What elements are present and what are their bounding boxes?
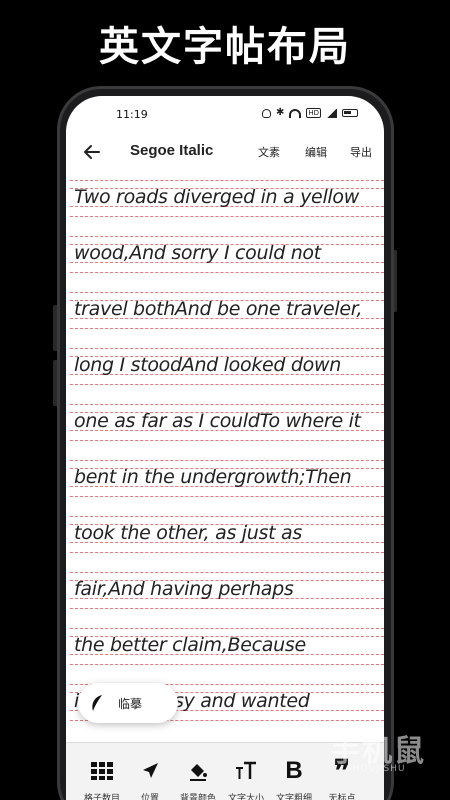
tool-label: 格子数目 [83, 794, 120, 800]
back-button[interactable] [80, 140, 104, 164]
promo-title: 英文字帖布局 [99, 24, 351, 70]
tool-position[interactable]: 位置 [126, 743, 174, 800]
copybook-text-line: bent in the undergrowth;Then [74, 466, 352, 488]
guide-line [70, 328, 384, 329]
guide-line [70, 460, 384, 461]
hd-icon: HD [306, 108, 321, 118]
text-size-icon [222, 757, 270, 785]
guide-line [70, 440, 384, 441]
guide-line [70, 348, 384, 349]
guide-line [70, 496, 384, 497]
tool-text-weight[interactable]: B 文字粗细 [270, 743, 318, 800]
wifi-icon [289, 108, 302, 118]
export-button[interactable]: 导出 [350, 144, 372, 160]
copybook-text-line: wood,And sorry I could not [74, 242, 321, 264]
app-bar: Segoe Italic 文素 编辑 导出 [66, 136, 384, 168]
copybook-text-line: fair,And having perhaps [74, 578, 294, 600]
tool-background-color[interactable]: 背景颜色 [174, 743, 222, 800]
signal-icon [326, 108, 337, 118]
guide-line [70, 552, 384, 553]
trace-label: 临摹 [118, 696, 143, 711]
guide-line [70, 180, 384, 181]
status-time: 11:19 [116, 108, 148, 121]
bold-icon: B [285, 757, 303, 784]
guide-line [70, 292, 384, 293]
app-screen: 11:19 ✱ HD Segoe Italic 文素 编辑 导出 Two roa… [66, 96, 384, 800]
copybook-text-line: Two roads diverged in a yellow [74, 186, 359, 208]
guide-line [70, 272, 384, 273]
tool-label: 位置 [140, 794, 159, 800]
copybook-text-line: one as far as I couldTo where it [74, 410, 361, 432]
tool-label: 无标点 [328, 794, 356, 800]
copybook-text-line: took the other, as just as [74, 522, 302, 544]
copybook-text-line: the better claim,Because [74, 634, 306, 656]
guide-line [70, 384, 384, 385]
guide-line [70, 572, 384, 573]
copybook-paper[interactable]: Two roads diverged in a yellow wood,And s… [70, 180, 384, 740]
bluetooth-icon: ✱ [275, 107, 285, 118]
tool-grid-count[interactable]: 格子数目 [78, 743, 126, 800]
feather-icon [92, 695, 102, 711]
edit-button[interactable]: 编辑 [305, 144, 327, 160]
tool-label: 文字大小 [227, 794, 264, 800]
guide-line [70, 516, 384, 517]
tool-label: 文字粗细 [275, 794, 312, 800]
grid-icon [78, 757, 126, 785]
tool-label: 背景颜色 [179, 794, 216, 800]
status-bar: 11:19 ✱ HD [66, 96, 384, 134]
battery-icon [342, 109, 358, 117]
guide-line [70, 628, 384, 629]
location-arrow-icon [126, 757, 174, 785]
guide-line [70, 664, 384, 665]
back-arrow-icon [84, 145, 100, 159]
guide-line [70, 236, 384, 237]
page-title: Segoe Italic [130, 142, 214, 159]
copybook-text-line: long I stoodAnd looked down [74, 354, 341, 376]
guide-line [70, 404, 384, 405]
trace-button[interactable]: 临摹 [78, 683, 178, 723]
status-icons: ✱ HD [261, 107, 358, 118]
watermark-subtext: SHOUJISHU [346, 764, 406, 774]
copybook-text-line: travel bothAnd be one traveler, [74, 298, 363, 320]
font-button[interactable]: 文素 [258, 144, 280, 160]
mute-icon [261, 108, 271, 118]
tool-text-size[interactable]: 文字大小 [222, 743, 270, 800]
paint-bucket-icon [174, 757, 222, 785]
guide-line [70, 608, 384, 609]
guide-line [70, 216, 384, 217]
